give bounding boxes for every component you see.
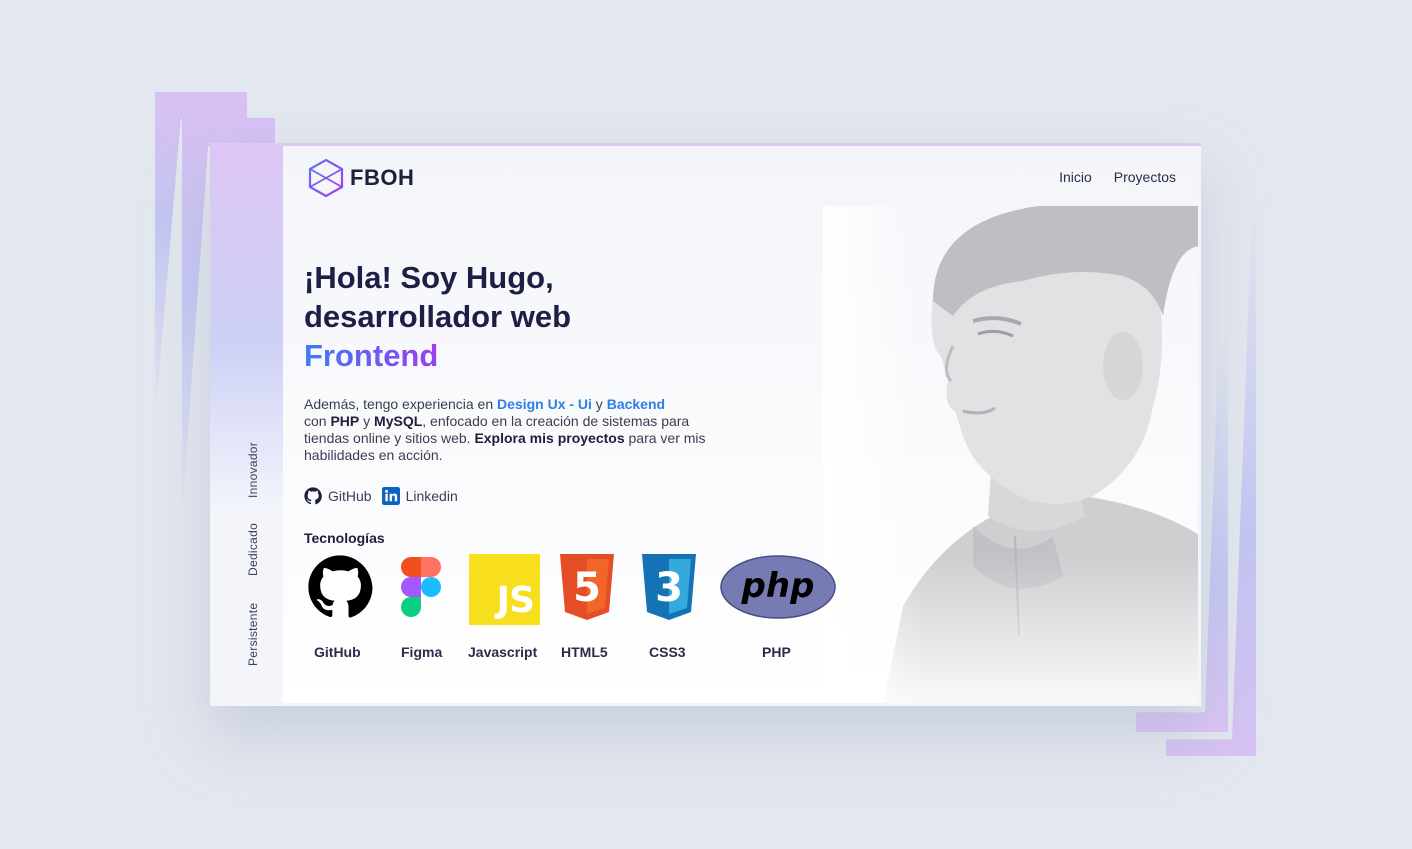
tech-label-figma: Figma	[401, 644, 443, 660]
tech-label-css3: CSS3	[649, 644, 686, 660]
github-icon	[304, 487, 322, 505]
tech-item-figma: Figma	[401, 554, 442, 660]
php-icon: php	[720, 555, 836, 619]
desc-text-y1: y	[591, 396, 607, 412]
javascript-icon: JS	[469, 554, 540, 625]
tech-item-html5: 5 HTML5	[560, 554, 614, 660]
social-github-label: GitHub	[328, 488, 372, 504]
desc-text-con: con	[304, 413, 331, 429]
tech-label-html5: HTML5	[561, 644, 608, 660]
logo-text: FBOH	[350, 165, 415, 190]
side-strip: Innovador Dedicado Persistente	[210, 146, 283, 706]
site-window: Innovador Dedicado Persistente FBOH Inic…	[210, 143, 1201, 706]
desc-explora: Explora mis proyectos	[474, 430, 625, 446]
side-word-persistente: Persistente	[246, 602, 260, 666]
tech-item-github: GitHub	[307, 554, 373, 660]
logo[interactable]: FBOH	[307, 158, 414, 198]
desc-php: PHP	[330, 413, 360, 429]
social-github-link[interactable]: GitHub	[304, 487, 372, 505]
portrait-photo	[823, 206, 1198, 703]
css3-icon: 3	[642, 554, 696, 620]
php-logo-text: php	[741, 566, 815, 606]
tech-item-css3: 3 CSS3	[642, 554, 696, 660]
javascript-logo-text: JS	[496, 580, 535, 621]
main-panel: FBOH Inicio Proyectos ¡Hola! Soy Hugo, d…	[283, 146, 1198, 703]
tech-item-php: php PHP	[720, 554, 836, 660]
side-word-innovador: Innovador	[246, 441, 260, 498]
desc-backend-link: Backend	[606, 396, 666, 412]
site-header: FBOH Inicio Proyectos	[283, 146, 1198, 208]
hero-line-1: ¡Hola! Soy Hugo,	[304, 260, 554, 295]
nav-inicio[interactable]: Inicio	[1059, 169, 1092, 185]
hero-line-2: desarrollador web	[304, 299, 572, 334]
hero-accent: Frontend	[304, 338, 439, 373]
social-links: GitHub Linkedin	[304, 487, 458, 505]
css3-logo-text: 3	[655, 565, 683, 611]
nav-proyectos[interactable]: Proyectos	[1114, 169, 1176, 185]
cube-logo-icon	[308, 158, 344, 198]
desc-design-link: Design Ux - Ui	[497, 396, 592, 412]
github-icon	[307, 554, 373, 620]
tech-title: Tecnologías	[304, 530, 385, 546]
figma-icon	[401, 557, 441, 617]
tech-label-php: PHP	[762, 644, 791, 660]
side-word-dedicado: Dedicado	[246, 522, 260, 576]
desc-text-y2: y	[359, 413, 375, 429]
hero-title: ¡Hola! Soy Hugo, desarrollador web Front…	[304, 258, 571, 375]
linkedin-icon	[381, 487, 400, 505]
tech-label-github: GitHub	[314, 644, 361, 660]
social-linkedin-label: Linkedin	[405, 488, 458, 504]
hero-description: Además, tengo experiencia en Design Ux -…	[304, 396, 724, 464]
social-linkedin-link[interactable]: Linkedin	[381, 487, 458, 505]
tech-label-javascript: Javascript	[468, 644, 538, 660]
main-nav: Inicio Proyectos	[1059, 169, 1176, 185]
desc-mysql: MySQL	[374, 413, 423, 429]
desc-text-1: Además, tengo experiencia en	[304, 396, 498, 412]
html5-logo-text: 5	[573, 565, 601, 611]
tech-item-javascript: JS Javascript	[468, 554, 540, 660]
html5-icon: 5	[560, 554, 614, 620]
